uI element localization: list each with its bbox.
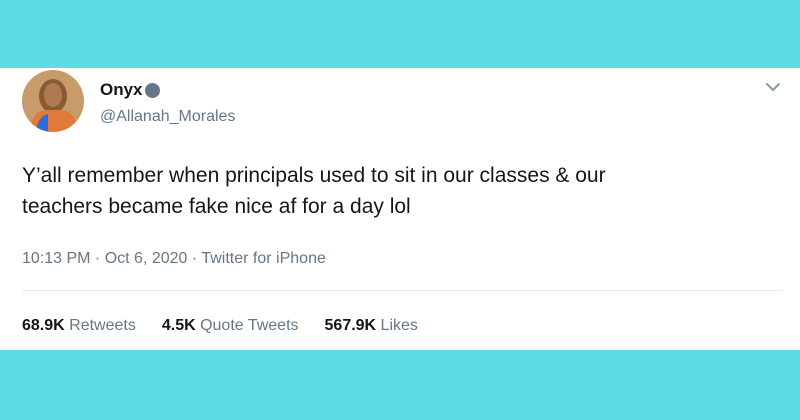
tweet-text-line-2: teachers became fake nice af for a day l…: [22, 195, 411, 218]
retweets-label: Retweets: [64, 317, 136, 334]
retweets-stat[interactable]: 68.9K Retweets: [22, 317, 136, 335]
retweets-count: 68.9K: [22, 317, 65, 334]
tweet-text-line-1: Y’all remember when principals used to s…: [22, 164, 606, 187]
tweet-date[interactable]: Oct 6, 2020: [105, 250, 188, 267]
likes-label: Likes: [376, 317, 418, 334]
meta-separator: ·: [187, 250, 202, 267]
tweet-time[interactable]: 10:13 PM: [22, 250, 90, 267]
meta-separator: ·: [90, 250, 105, 267]
quote-tweets-label: Quote Tweets: [195, 317, 299, 334]
verified-badge-icon: [144, 82, 160, 98]
avatar[interactable]: [22, 70, 84, 132]
page: Onyx @Allanah_Morales Y’all remember whe…: [0, 0, 800, 420]
likes-stat[interactable]: 567.9K Likes: [325, 317, 418, 335]
user-handle[interactable]: @Allanah_Morales: [100, 108, 235, 126]
likes-count: 567.9K: [324, 317, 377, 334]
divider: [22, 290, 782, 291]
quote-tweets-count: 4.5K: [161, 317, 196, 334]
avatar-image: [22, 70, 84, 132]
quote-tweets-stat[interactable]: 4.5K Quote Tweets: [162, 317, 299, 335]
author-row: Onyx: [100, 80, 160, 100]
tweet-stats: 68.9K Retweets 4.5K Quote Tweets 567.9K …: [22, 317, 444, 335]
tweet-text: Y’all remember when principals used to s…: [22, 160, 762, 222]
display-name[interactable]: Onyx: [100, 80, 143, 100]
chevron-down-icon[interactable]: [764, 80, 782, 94]
tweet-source[interactable]: Twitter for iPhone: [201, 250, 326, 267]
tweet-meta: 10:13 PM · Oct 6, 2020 · Twitter for iPh…: [22, 250, 326, 268]
